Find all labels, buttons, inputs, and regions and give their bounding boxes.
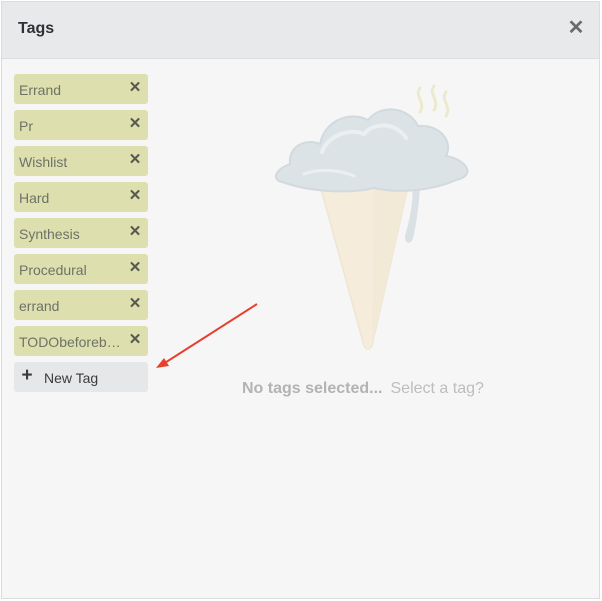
tag-item-synthesis[interactable]: Synthesis ✕ — [14, 218, 148, 248]
tag-list: Errand ✕ Pr ✕ Wishlist ✕ Hard ✕ Synthesi… — [14, 74, 148, 392]
new-tag-label: New Tag — [44, 370, 99, 386]
steam-lines — [416, 84, 450, 118]
close-icon[interactable]: ✕ — [567, 18, 585, 38]
remove-tag-icon[interactable]: ✕ — [128, 152, 142, 168]
remove-tag-icon[interactable]: ✕ — [128, 116, 142, 132]
plus-icon: + — [21, 365, 33, 386]
tag-label: Synthesis — [19, 226, 80, 242]
panel-title: Tags — [18, 20, 55, 37]
empty-state-message: No tags selected... Select a tag? — [242, 380, 484, 398]
tag-item-errand-lower[interactable]: errand ✕ — [14, 290, 148, 320]
tag-item-wishlist[interactable]: Wishlist ✕ — [14, 146, 148, 176]
tag-item-pr[interactable]: Pr ✕ — [14, 110, 148, 140]
remove-tag-icon[interactable]: ✕ — [128, 260, 142, 276]
tag-item-procedural[interactable]: Procedural ✕ — [14, 254, 148, 284]
remove-tag-icon[interactable]: ✕ — [128, 224, 142, 240]
tag-label: Hard — [19, 190, 50, 206]
tag-item-errand[interactable]: Errand ✕ — [14, 74, 148, 104]
tag-label: errand — [19, 298, 60, 314]
tag-label: TODObeforebr… — [19, 334, 124, 350]
panel-header: Tags ✕ — [2, 2, 599, 59]
ice-cream-scoop — [274, 108, 469, 193]
new-tag-button[interactable]: + New Tag — [14, 362, 148, 392]
empty-state-title: No tags selected... — [242, 380, 383, 397]
tag-label: Errand — [19, 82, 62, 98]
remove-tag-icon[interactable]: ✕ — [128, 80, 142, 96]
remove-tag-icon[interactable]: ✕ — [128, 296, 142, 312]
tag-label: Pr — [19, 118, 33, 134]
ice-cream-cone-illustration — [274, 84, 469, 350]
tag-item-hard[interactable]: Hard ✕ — [14, 182, 148, 212]
empty-state-subtitle: Select a tag? — [390, 380, 484, 397]
tags-panel: Tags ✕ Errand ✕ Pr ✕ Wishlist ✕ Hard ✕ S… — [1, 1, 600, 599]
remove-tag-icon[interactable]: ✕ — [128, 332, 142, 348]
tag-label: Procedural — [19, 262, 87, 278]
tag-label: Wishlist — [19, 154, 68, 170]
tag-item-todobeforebr[interactable]: TODObeforebr… ✕ — [14, 326, 148, 356]
annotation-arrow-icon — [156, 303, 258, 368]
remove-tag-icon[interactable]: ✕ — [128, 188, 142, 204]
